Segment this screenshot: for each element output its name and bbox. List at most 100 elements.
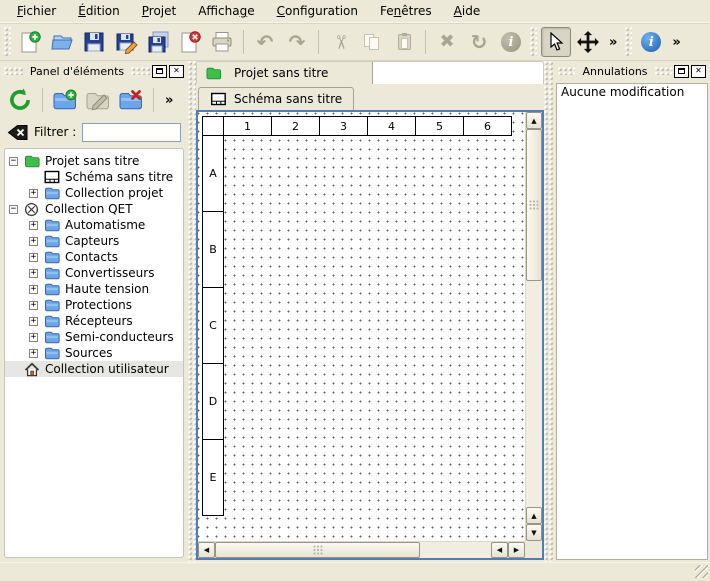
cut-button[interactable]: ✂ [325,27,355,57]
scroll-left-button-2[interactable]: ◀ [491,542,508,558]
scroll-track[interactable] [526,281,542,507]
undo-dock-titlebar[interactable]: Annulations ✕ [554,61,710,81]
expand-expander-icon[interactable]: + [29,237,38,246]
copy-button[interactable] [357,27,387,57]
left-splitter[interactable] [188,61,196,562]
save-button[interactable] [79,27,109,57]
menu-fichier[interactable]: Fichier [6,1,67,21]
close-icon: ✕ [695,67,702,75]
menu-projet[interactable]: Projet [131,1,187,21]
about-button[interactable]: i [636,27,666,57]
delete-category-button[interactable] [116,85,146,115]
expand-expander-icon[interactable]: + [29,349,38,358]
horizontal-scroll-thumb[interactable] [215,542,420,558]
clear-filter-icon[interactable] [7,124,28,141]
float-dock-button[interactable] [152,65,167,78]
save-as-button[interactable] [111,27,141,57]
tree-item-re-cepteurs[interactable]: +Récepteurs [5,313,183,329]
reload-collections-button[interactable] [5,85,35,115]
tree-item-collection-qet[interactable]: −Collection QET [5,201,183,217]
tree-item-capteurs[interactable]: +Capteurs [5,233,183,249]
close-file-button[interactable] [175,27,205,57]
resize-grip-icon[interactable] [695,565,708,578]
expand-expander-icon[interactable]: + [29,253,38,262]
element-panel-titlebar[interactable]: Panel d'éléments ✕ [0,61,188,81]
toolbar-overflow-chevron[interactable]: » [668,35,684,50]
right-splitter[interactable] [544,61,554,562]
panel-overflow-chevron[interactable]: » [161,93,177,108]
toolbar-handle[interactable] [530,27,537,57]
move-tool-button[interactable] [573,27,603,57]
tree-item-label: Automatisme [65,218,145,232]
redo-button[interactable]: ↷ [282,27,312,57]
tree-item-collection-projet[interactable]: +Collection projet [5,185,183,201]
tree-item-sche-ma-sans-titre[interactable]: Schéma sans titre [5,169,183,185]
project-tab[interactable]: Projet sans titre [197,62,373,84]
new-category-button[interactable] [50,85,80,115]
print-button[interactable] [207,27,237,57]
scroll-up-button-2[interactable]: ▲ [526,507,542,524]
tree-item-automatisme[interactable]: + Automatisme [5,217,183,233]
save-all-button[interactable] [143,27,173,57]
schema-view[interactable]: 123456 ABCDE ▲ ▲ ▼ ◀ ◀ ▶ [196,110,544,560]
close-dock-button[interactable]: ✕ [691,65,706,78]
dock-drag-handle[interactable] [131,67,150,75]
restore-icon [156,68,163,74]
delete-button[interactable]: ✖ [432,27,462,57]
tree-item-haute-tension[interactable]: +Haute tension [5,281,183,297]
expand-expander-icon[interactable]: + [29,301,38,310]
dock-drag-handle[interactable] [558,67,575,75]
scroll-right-button[interactable]: ▶ [508,542,525,558]
float-dock-button[interactable] [674,65,689,78]
horizontal-scrollbar[interactable]: ◀ ◀ ▶ [198,541,525,558]
undo-history-list[interactable]: Aucune modification [556,83,708,560]
rotate-button[interactable]: ↻ [464,27,494,57]
scroll-up-button[interactable]: ▲ [526,112,542,129]
menu-affichage[interactable]: Affichage [187,1,265,21]
undo-button[interactable]: ↶ [250,27,280,57]
toolbar-handle[interactable] [4,27,11,57]
dock-drag-handle[interactable] [4,67,23,75]
expand-expander-icon[interactable]: + [29,221,38,230]
tree-item-sources[interactable]: +Sources [5,345,183,361]
vertical-scrollbar[interactable]: ▲ ▲ ▼ [525,112,542,541]
edit-category-button[interactable] [83,85,113,115]
tree-item-semi-conducteurs[interactable]: +Semi-conducteurs [5,329,183,345]
blue-folder-icon [43,250,60,264]
undo-history-item[interactable]: Aucune modification [557,84,707,101]
toolbar-handle[interactable] [625,27,632,57]
schema-tab[interactable]: Schéma sans titre [198,87,354,110]
tree-item-protections[interactable]: +Protections [5,297,183,313]
schema-canvas[interactable]: 123456 ABCDE [198,112,525,541]
open-file-button[interactable] [47,27,77,57]
menu-edition[interactable]: Édition [67,1,131,21]
tree-item-convertisseurs[interactable]: +Convertisseurs [5,265,183,281]
collapse-expander-icon[interactable]: − [9,157,18,166]
menu-configuration[interactable]: Configuration [266,1,369,21]
dock-drag-handle[interactable] [655,67,672,75]
menu-aide[interactable]: Aide [443,1,492,21]
tree-item-contacts[interactable]: +Contacts [5,249,183,265]
expand-expander-icon[interactable]: + [29,317,38,326]
menu-fenetres[interactable]: Fenêtres [369,1,443,21]
expand-expander-icon[interactable]: + [29,189,38,198]
expand-expander-icon[interactable]: + [29,285,38,294]
scroll-left-button[interactable]: ◀ [198,542,215,558]
vertical-scroll-thumb[interactable] [526,129,542,281]
scroll-down-button[interactable]: ▼ [526,524,542,541]
paste-button[interactable] [389,27,419,57]
close-dock-button[interactable]: ✕ [169,65,184,78]
toolbar-overflow-chevron[interactable]: » [605,35,621,50]
scroll-track[interactable] [420,542,491,558]
collapse-expander-icon[interactable]: − [9,205,18,214]
selection-tool-button[interactable] [541,27,571,57]
element-collection-tree[interactable]: −Projet sans titreSchéma sans titre+Coll… [4,148,184,558]
filter-input[interactable] [82,123,181,142]
expand-expander-icon[interactable]: + [29,269,38,278]
expand-expander-icon[interactable]: + [29,333,38,342]
tree-item-collection-utilisateur[interactable]: Collection utilisateur [5,361,183,377]
new-file-button[interactable] [15,27,45,57]
element-info-button[interactable]: i [496,27,526,57]
tree-item-projet-sans-titre[interactable]: −Projet sans titre [5,153,183,169]
close-file-icon [178,30,202,54]
